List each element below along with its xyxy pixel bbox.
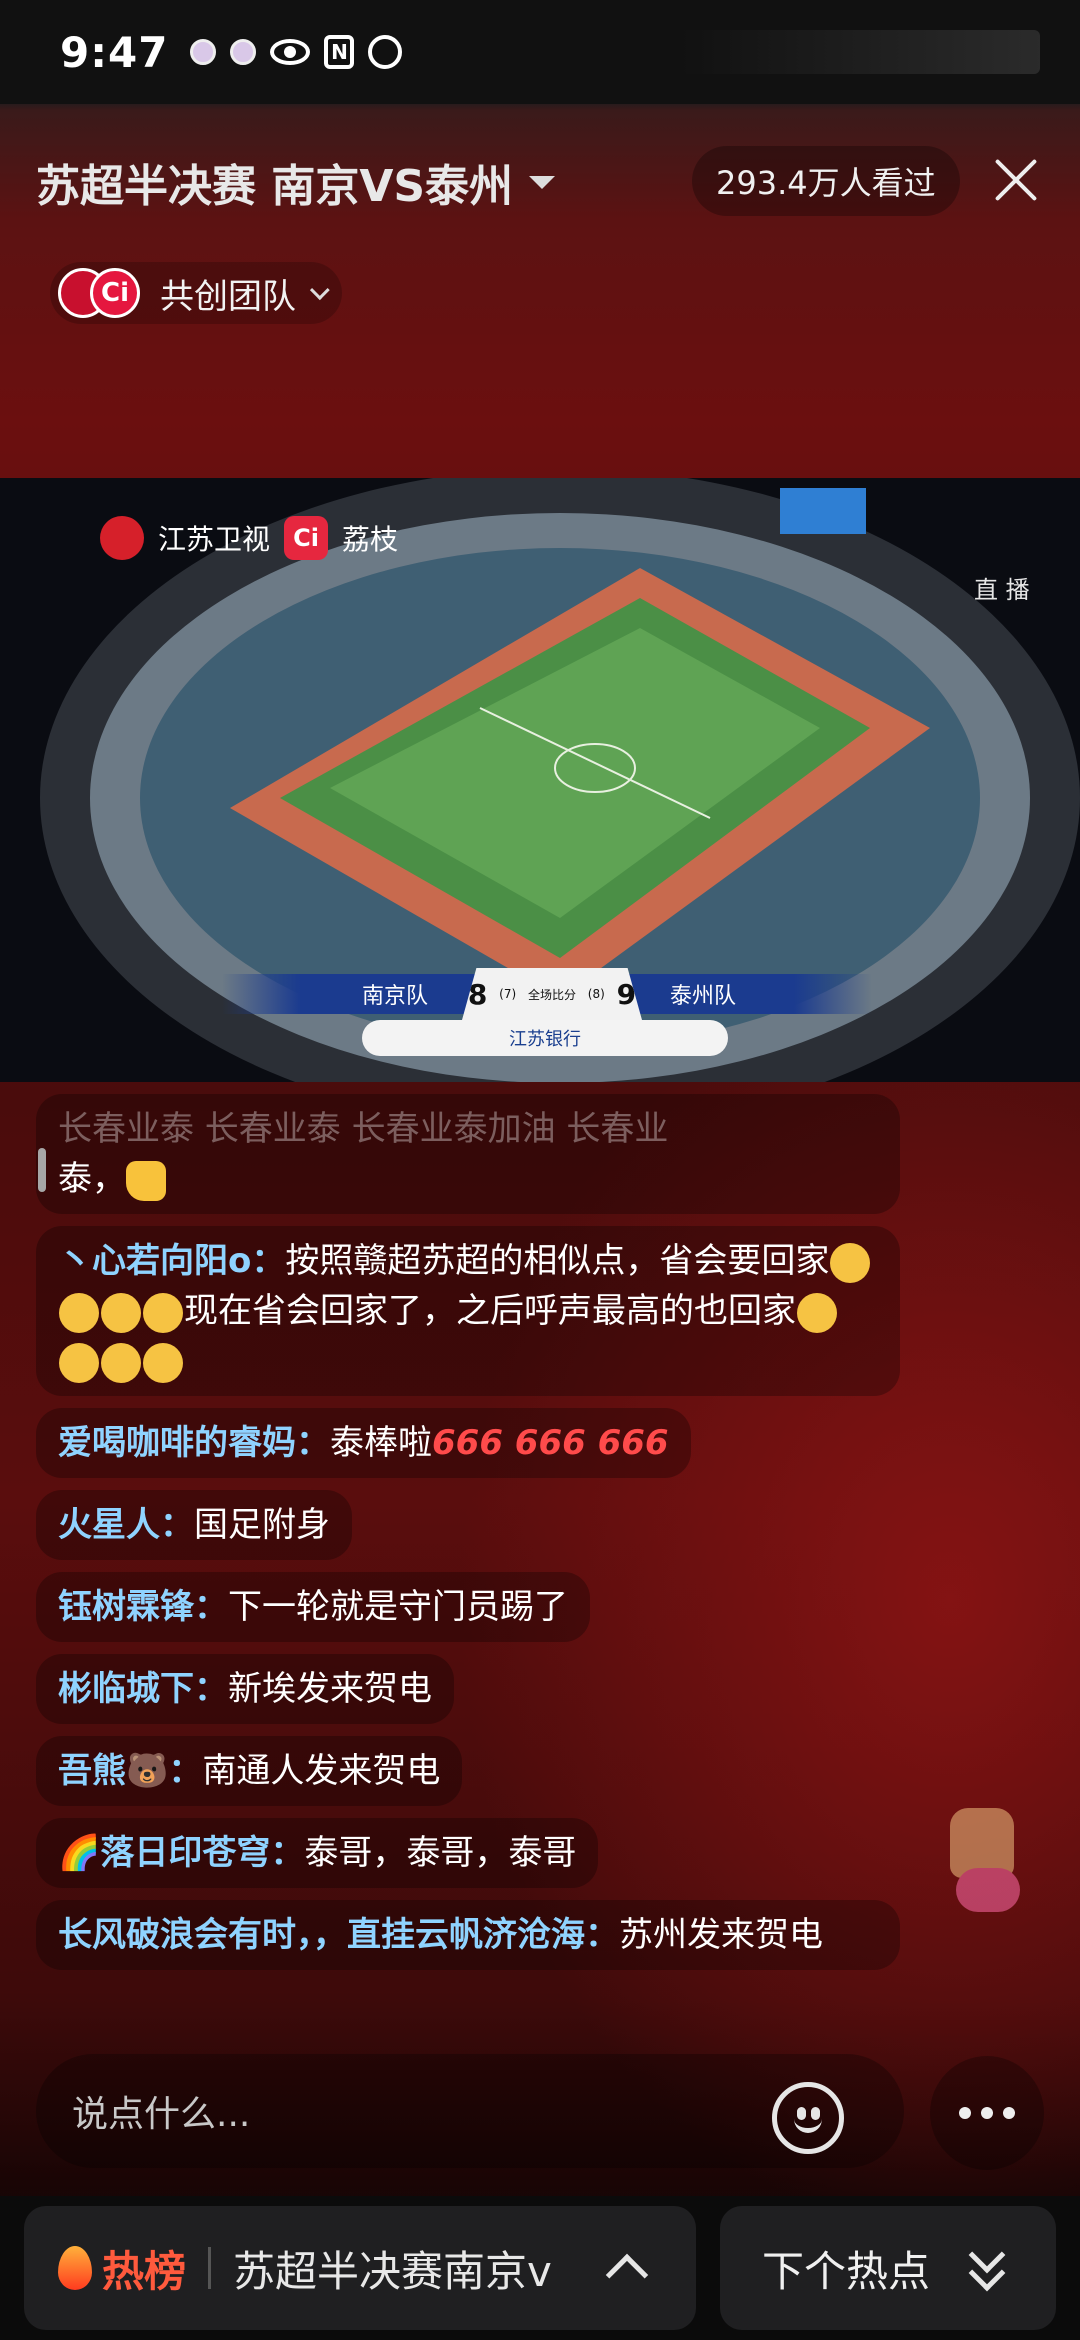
chat-list[interactable]: 长春业泰 长春业泰 长春业泰加油 长春业 泰， 丶心若向阳o：按照赣超苏超的相似…: [36, 1094, 900, 1982]
more-dot: [959, 2107, 971, 2119]
eye-icon: [270, 39, 311, 65]
away-team: 泰州队: [670, 984, 737, 1009]
live-title-dropdown[interactable]: 苏超半决赛 南京VS泰州: [36, 150, 556, 214]
chat-message: 吾熊🐻：南通人发来贺电: [36, 1736, 463, 1806]
nfc-icon: N: [324, 35, 355, 69]
status-icons: N: [190, 35, 403, 69]
chat-message: 彬临城下：新埃发来贺电: [36, 1654, 454, 1724]
chevron-down-icon: [309, 280, 330, 301]
score-caption: 全场比分: [527, 987, 576, 1002]
chat-message: 长风破浪会有时，，直挂云帆济沧海：苏州发来贺电: [36, 1900, 900, 1970]
more-button[interactable]: [930, 2056, 1044, 2170]
viewer-count: 293.4万人看过: [692, 146, 960, 216]
scoreboard: 南京队 8 (7) 全场比分 (8) 9 泰州队: [222, 968, 872, 1020]
chat-text: 长春业泰 长春业泰 长春业泰加油 长春业: [58, 1109, 669, 1149]
hand-base: [956, 1868, 1020, 1912]
bottom-bar: 热榜 苏超半决赛南京vs 下个热点: [0, 2196, 1080, 2340]
chat-username[interactable]: 爱喝咖啡的睿妈：: [58, 1423, 330, 1463]
chat-username[interactable]: 🌈落日印苍穹：: [58, 1833, 304, 1873]
notification-icon: [190, 39, 217, 65]
caret-down-icon: [529, 175, 556, 189]
flame-icon: [58, 2246, 92, 2290]
chat-message: 丶心若向阳o：按照赣超苏超的相似点，省会要回家现在省会回家了，之后呼声最高的也回…: [36, 1226, 900, 1396]
chat-text: 苏州发来贺电: [619, 1915, 823, 1955]
lizhi-logo: Ci: [284, 516, 329, 560]
emoji-icon: [797, 1292, 837, 1333]
chat-username[interactable]: 彬临城下：: [58, 1669, 228, 1709]
alarm-icon: [368, 35, 403, 69]
emoji-icon: [101, 1342, 141, 1383]
emoji-icon: [143, 1342, 183, 1383]
chat-username[interactable]: 丶心若向阳o：: [58, 1241, 285, 1281]
chat-text: 国足附身: [194, 1505, 330, 1545]
emoji-icon: [59, 1342, 99, 1383]
emoji-icon: [143, 1292, 183, 1333]
home-score: 8: [467, 977, 488, 1011]
team-label: 共创团队: [160, 276, 296, 317]
hot-list-label: 热榜: [102, 2246, 187, 2296]
chat-message: 火星人：国足附身: [36, 1490, 352, 1560]
close-icon[interactable]: [988, 152, 1044, 208]
comment-placeholder: 说点什么...: [72, 2094, 251, 2135]
chat-message: 长春业泰 长春业泰 长春业泰加油 长春业 泰，: [36, 1094, 900, 1214]
chat-username[interactable]: 吾熊🐻：: [58, 1751, 202, 1791]
team-avatar: Ci: [90, 268, 140, 318]
chat-text: 南通人发来贺电: [202, 1751, 441, 1791]
chat-text: 按照赣超苏超的相似点，省会要回家: [285, 1241, 830, 1281]
chat-username[interactable]: 钰树霖锋：: [58, 1587, 228, 1627]
team-selector[interactable]: Ci 共创团队: [50, 262, 342, 324]
chat-text: 泰哥，泰哥，泰哥: [304, 1833, 577, 1873]
broadcaster-logos: 江苏卫视 Ci 荔枝: [100, 516, 398, 560]
emoji-icon: [59, 1292, 99, 1333]
chat-text: 新埃发来贺电: [228, 1669, 432, 1709]
notification-icon: [230, 39, 257, 65]
status-right-blur: [680, 30, 1040, 74]
rock-hand-icon[interactable]: [936, 1808, 1032, 1918]
smiley-mouth: [794, 2117, 822, 2133]
more-dot: [1003, 2107, 1015, 2119]
chat-username[interactable]: 长风破浪会有时，，直挂云帆济沧海：: [58, 1915, 619, 1955]
broadcaster-name: 江苏卫视: [158, 523, 271, 556]
hot-list-button[interactable]: 热榜 苏超半决赛南京vs: [24, 2206, 696, 2330]
live-video-player[interactable]: 江苏卫视 Ci 荔枝 直 播 南京队 8 (7) 全场比分 (8) 9 泰州队 …: [0, 478, 1080, 1082]
more-dot: [981, 2107, 993, 2119]
hot-topic-text: 苏超半决赛南京vs: [233, 2246, 554, 2296]
home-team: 南京队: [362, 984, 429, 1009]
chat-text: 现在省会回家了，之后呼声最高的也回家: [184, 1291, 796, 1331]
broadcaster-name-2: 荔枝: [342, 523, 399, 556]
live-room-screen: 9:47 N 苏超半决赛 南京VS泰州 293.4万人看过 Ci 共创团队 江苏…: [0, 0, 1080, 2340]
jstv-logo: [100, 516, 144, 560]
chat-text: 泰，: [58, 1159, 126, 1199]
emoji-icon: [101, 1292, 141, 1333]
chat-message: 🌈落日印苍穹：泰哥，泰哥，泰哥: [36, 1818, 599, 1888]
divider: [208, 2247, 212, 2289]
away-score: 9: [616, 977, 637, 1011]
chevron-up-icon: [605, 2253, 649, 2297]
status-bar: 9:47 N: [0, 0, 1080, 104]
emoji-button[interactable]: [772, 2082, 844, 2154]
sponsor-banner: 江苏银行: [362, 1020, 728, 1056]
team-avatars: Ci: [54, 265, 146, 321]
status-time: 9:47: [60, 27, 169, 77]
666-emoji: 666 666 666: [432, 1423, 669, 1463]
home-sub-score: (7): [499, 987, 517, 1001]
score-box: 8 (7) 全场比分 (8) 9: [462, 968, 642, 1020]
chat-message: 爱喝咖啡的睿妈：泰棒啦666 666 666: [36, 1408, 691, 1478]
chat-text: 下一轮就是守门员踢了: [228, 1587, 568, 1627]
next-hotspot-button[interactable]: 下个热点: [720, 2206, 1056, 2330]
chat-text: 泰棒啦: [330, 1423, 432, 1463]
away-sub-score: (8): [587, 987, 605, 1001]
thumbs-up-icon: [126, 1160, 166, 1201]
live-label: 直 播: [974, 576, 1030, 604]
next-hotspot-label: 下个热点: [762, 2246, 931, 2296]
chat-username[interactable]: 火星人：: [58, 1505, 194, 1545]
chat-message: 钰树霖锋：下一轮就是守门员踢了: [36, 1572, 590, 1642]
emoji-icon: [830, 1242, 871, 1283]
live-title: 苏超半决赛 南京VS泰州: [36, 161, 514, 212]
